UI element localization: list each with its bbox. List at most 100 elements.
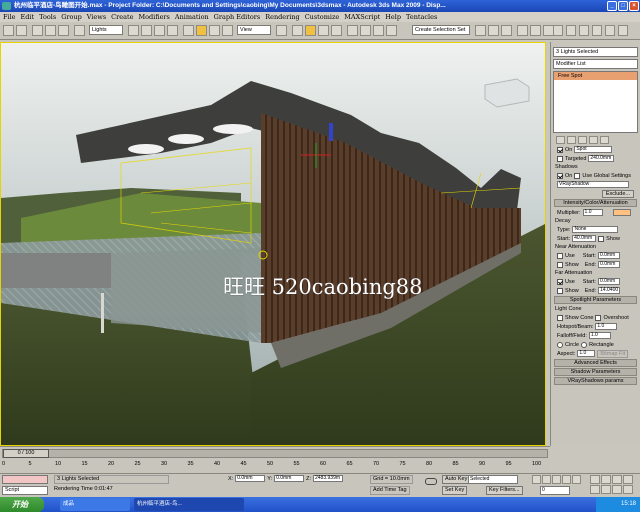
menu-item-maxscript[interactable]: MAXScript bbox=[344, 12, 380, 22]
material-editor-icon[interactable] bbox=[501, 25, 512, 36]
far-end-field[interactable]: 14.0400 bbox=[598, 287, 621, 294]
select-move-icon[interactable] bbox=[183, 25, 194, 36]
current-frame-field[interactable]: 0 bbox=[540, 486, 570, 495]
spinner-snap-icon[interactable] bbox=[331, 25, 342, 36]
near-use-checkbox[interactable] bbox=[557, 252, 563, 259]
select-by-name-icon[interactable] bbox=[141, 25, 152, 36]
far-show-checkbox[interactable] bbox=[557, 287, 563, 294]
go-to-start-icon[interactable] bbox=[532, 475, 541, 484]
stack-item[interactable]: Free Spot bbox=[554, 72, 637, 80]
near-show-checkbox[interactable] bbox=[557, 261, 563, 268]
decay-type-dropdown[interactable]: None bbox=[572, 226, 619, 233]
show-cone-checkbox[interactable] bbox=[557, 314, 563, 321]
motion-tab-icon[interactable] bbox=[592, 25, 602, 36]
prev-frame-icon[interactable] bbox=[542, 475, 551, 484]
menu-item-views[interactable]: Views bbox=[87, 12, 106, 22]
exclude-button[interactable]: Exclude... bbox=[601, 189, 634, 198]
window-crossing-icon[interactable] bbox=[167, 25, 178, 36]
align-icon[interactable] bbox=[373, 25, 384, 36]
menu-item-create[interactable]: Create bbox=[111, 12, 133, 22]
taskbar-item-3dsmax[interactable]: 杭州临平酒店-鸟... bbox=[134, 498, 244, 511]
menu-item-animation[interactable]: Animation bbox=[175, 12, 209, 22]
menu-item-file[interactable]: File bbox=[3, 12, 16, 22]
angle-snap-icon[interactable] bbox=[305, 25, 316, 36]
key-mode-dropdown[interactable]: Selected bbox=[468, 475, 518, 484]
select-object-icon[interactable] bbox=[128, 25, 139, 36]
multiplier-field[interactable]: 1.0 bbox=[582, 209, 603, 216]
start-button[interactable]: 开始 bbox=[0, 497, 44, 512]
key-filters-button[interactable]: Key Filters... bbox=[486, 486, 523, 495]
decay-start-field[interactable]: 40.0mm bbox=[572, 235, 597, 242]
percent-snap-icon[interactable] bbox=[318, 25, 329, 36]
menu-item-modifiers[interactable]: Modifiers bbox=[138, 12, 169, 22]
select-filter-icon[interactable] bbox=[74, 25, 85, 36]
layer-manager-icon[interactable] bbox=[386, 25, 397, 36]
time-slider-thumb[interactable]: 0 / 100 bbox=[3, 449, 49, 458]
show-end-result-icon[interactable] bbox=[567, 136, 576, 144]
display-tab-icon[interactable] bbox=[605, 25, 615, 36]
next-frame-icon[interactable] bbox=[562, 475, 571, 484]
time-slider[interactable]: 0 / 100 bbox=[2, 449, 548, 458]
bitmap-fit-button[interactable]: Bitmap Fit bbox=[597, 349, 629, 358]
pin-stack-icon[interactable] bbox=[556, 136, 565, 144]
decay-show-checkbox[interactable] bbox=[598, 235, 605, 242]
menu-item-customize[interactable]: Customize bbox=[305, 12, 340, 22]
menu-item-tools[interactable]: Tools bbox=[39, 12, 56, 22]
near-end-field[interactable]: 0.0mm bbox=[598, 261, 621, 268]
perspective-viewport[interactable]: [ + ] 旺旺 520caobing88 bbox=[0, 42, 546, 446]
snap-toggle-icon[interactable] bbox=[292, 25, 303, 36]
modify-tab-icon[interactable] bbox=[566, 25, 576, 36]
maxscript-listener[interactable] bbox=[2, 475, 48, 484]
named-selection-dropdown[interactable]: Create Selection Set bbox=[412, 25, 470, 35]
select-rotate-icon[interactable] bbox=[196, 25, 207, 36]
menu-item-tentacles[interactable]: Tentacles bbox=[406, 12, 437, 22]
add-time-tag-button[interactable]: Add Time Tag bbox=[370, 486, 410, 495]
undo-icon[interactable] bbox=[3, 25, 14, 36]
z-coord-field[interactable]: 2483.939m bbox=[313, 475, 343, 482]
set-key-button[interactable]: Set Key bbox=[442, 486, 468, 495]
far-use-checkbox[interactable] bbox=[557, 278, 563, 285]
create-tab-icon[interactable] bbox=[553, 25, 563, 36]
far-start-field[interactable]: 0.0mm bbox=[597, 278, 620, 285]
configure-sets-icon[interactable] bbox=[600, 136, 609, 144]
intensity-rollout[interactable]: Intensity/Color/Attenuation bbox=[554, 199, 637, 207]
remove-modifier-icon[interactable] bbox=[589, 136, 598, 144]
shadow-type-dropdown[interactable]: VRayShadow bbox=[557, 181, 629, 188]
render-setup-icon[interactable] bbox=[517, 25, 528, 36]
menu-item-help[interactable]: Help bbox=[385, 12, 401, 22]
falloff-field[interactable]: 1.0 bbox=[588, 332, 611, 339]
near-start-field[interactable]: 0.0mm bbox=[597, 252, 620, 259]
vray-shadow-rollout[interactable]: VRayShadows params bbox=[554, 377, 637, 385]
shadow-on-checkbox[interactable] bbox=[557, 172, 563, 179]
rendered-frame-icon[interactable] bbox=[530, 25, 541, 36]
viewport-label[interactable]: [ + ] bbox=[4, 44, 14, 50]
script-field[interactable]: Script bbox=[2, 486, 48, 495]
modifier-list-dropdown[interactable]: Modifier List bbox=[553, 59, 638, 69]
rectangular-selection-icon[interactable] bbox=[154, 25, 165, 36]
redo-icon[interactable] bbox=[16, 25, 27, 36]
orbit-icon[interactable] bbox=[612, 485, 622, 494]
auto-key-button[interactable]: Auto Key bbox=[442, 475, 471, 484]
hierarchy-tab-icon[interactable] bbox=[579, 25, 589, 36]
y-coord-field[interactable]: 0.0mm bbox=[274, 475, 305, 482]
select-scale-icon[interactable] bbox=[209, 25, 220, 36]
light-color-swatch[interactable] bbox=[612, 209, 631, 216]
bind-space-warp-icon[interactable] bbox=[58, 25, 69, 36]
mirror-icon[interactable] bbox=[360, 25, 371, 36]
link-icon[interactable] bbox=[32, 25, 43, 36]
pivot-center-icon[interactable] bbox=[276, 25, 287, 36]
hotspot-field[interactable]: 1.0 bbox=[595, 323, 618, 330]
menu-item-graph-editors[interactable]: Graph Editors bbox=[214, 12, 261, 22]
key-icon[interactable] bbox=[425, 478, 437, 485]
aspect-field[interactable]: 1.0 bbox=[577, 350, 596, 357]
targeted-checkbox[interactable] bbox=[557, 155, 563, 162]
make-unique-icon[interactable] bbox=[578, 136, 587, 144]
use-global-checkbox[interactable] bbox=[574, 172, 581, 179]
zoom-all-icon[interactable] bbox=[601, 475, 611, 484]
field-of-view-icon[interactable] bbox=[590, 485, 600, 494]
play-icon[interactable] bbox=[552, 475, 561, 484]
selection-filter-dropdown[interactable]: Lights bbox=[89, 25, 123, 35]
curve-editor-icon[interactable] bbox=[475, 25, 486, 36]
go-to-end-icon[interactable] bbox=[572, 475, 581, 484]
overshoot-checkbox[interactable] bbox=[595, 314, 602, 321]
